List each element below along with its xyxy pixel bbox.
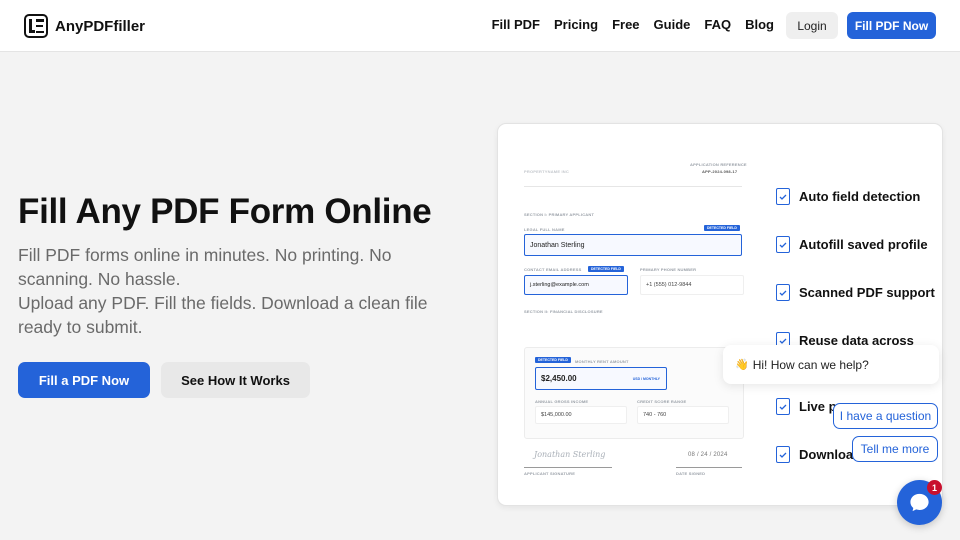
document-check-icon <box>776 398 790 415</box>
document-check-icon <box>776 188 790 205</box>
email-field[interactable]: j.sterling@example.com <box>524 275 628 295</box>
nav-link-faq[interactable]: FAQ <box>704 17 731 32</box>
feature-item: Scanned PDF support <box>776 284 935 301</box>
nav-link-blog[interactable]: Blog <box>745 17 774 32</box>
feature-item: Live p <box>776 398 837 415</box>
date-signed-label: DATE SIGNED <box>676 471 706 476</box>
rent-unit: USD / MONTHLY <box>632 376 660 381</box>
doc-ref-label: APPLICATION REFERENCE <box>690 162 747 167</box>
detected-field-badge: DETECTED FIELD <box>704 225 740 231</box>
section-primary-applicant: SECTION I: PRIMARY APPLICANT <box>524 212 595 217</box>
credit-field[interactable]: 740 - 760 <box>637 406 729 424</box>
nav-link-pricing[interactable]: Pricing <box>554 17 598 32</box>
login-button[interactable]: Login <box>786 12 838 39</box>
fill-a-pdf-now-button[interactable]: Fill a PDF Now <box>18 362 150 398</box>
feature-label: Scanned PDF support <box>799 285 935 300</box>
hero-subtitle: Fill PDF forms online in minutes. No pri… <box>18 243 458 339</box>
hero-subtitle-line: ready to submit. <box>18 317 143 337</box>
feature-item: Download <box>776 446 861 463</box>
signature-text: Jonathan Sterling <box>534 450 606 459</box>
rent-value: $2,450.00 <box>541 374 577 383</box>
legal-name-label: LEGAL FULL NAME <box>524 227 565 232</box>
brand-logo[interactable]: AnyPDFfiller <box>24 14 145 38</box>
chat-greeting-text: Hi! How can we help? <box>752 357 869 372</box>
chat-icon <box>910 493 929 512</box>
brand-name: AnyPDFfiller <box>55 17 146 35</box>
detected-field-badge: DETECTED FIELD <box>535 357 571 363</box>
date-signed-value: 08 / 24 / 2024 <box>688 452 728 458</box>
legal-name-field[interactable]: Jonathan Sterling <box>524 234 742 256</box>
feature-label: Auto field detection <box>799 189 921 204</box>
phone-label: PRIMARY PHONE NUMBER <box>640 267 697 272</box>
chat-greeting-bubble[interactable]: 👋 Hi! How can we help? <box>723 345 939 384</box>
main-nav: Fill PDF Pricing Free Guide FAQ Blog <box>492 17 774 32</box>
site-header: AnyPDFfiller Fill PDF Pricing Free Guide… <box>0 0 960 52</box>
signature-line <box>524 467 612 468</box>
email-label: CONTACT EMAIL ADDRESS <box>524 267 582 272</box>
chat-option-question-button[interactable]: I have a question <box>833 403 938 429</box>
nav-link-fill-pdf[interactable]: Fill PDF <box>492 17 540 32</box>
section-financial-disclosure: SECTION II: FINANCIAL DISCLOSURE <box>524 309 603 314</box>
rent-label: MONTHLY RENT AMOUNT <box>575 359 629 364</box>
doc-divider <box>524 186 742 187</box>
wave-icon: 👋 <box>735 359 749 371</box>
feature-label: Autofill saved profile <box>799 237 928 252</box>
detected-field-badge: DETECTED FIELD <box>588 266 624 272</box>
income-label: ANNUAL GROSS INCOME <box>535 399 589 404</box>
doc-company-name: PROPERTYNAME INC <box>524 169 569 174</box>
credit-label: CREDIT SCORE RANGE <box>637 399 687 404</box>
hero-subtitle-line: Fill PDF forms online in minutes. No pri… <box>18 245 392 265</box>
nav-link-guide[interactable]: Guide <box>654 17 691 32</box>
unread-count-badge: 1 <box>927 480 942 495</box>
chat-option-tell-me-more-button[interactable]: Tell me more <box>852 436 938 462</box>
fill-pdf-now-button[interactable]: Fill PDF Now <box>847 12 936 39</box>
feature-item: Auto field detection <box>776 188 920 205</box>
rent-field[interactable]: $2,450.00 USD / MONTHLY <box>535 367 667 390</box>
document-check-icon <box>776 284 790 301</box>
signature-label: APPLICANT SIGNATURE <box>524 471 576 476</box>
hero-title: Fill Any PDF Form Online <box>18 192 432 231</box>
nav-link-free[interactable]: Free <box>612 17 639 32</box>
hero-subtitle-line: Upload any PDF. Fill the fields. Downloa… <box>18 293 428 313</box>
income-field[interactable]: $145,000.00 <box>535 406 627 424</box>
doc-ref-value: APP-2024-098-17 <box>702 169 738 174</box>
logo-icon <box>24 14 48 38</box>
feature-item: Autofill saved profile <box>776 236 928 253</box>
feature-label: Live p <box>799 399 837 414</box>
document-preview: PROPERTYNAME INC APPLICATION REFERENCE A… <box>512 149 752 489</box>
document-check-icon <box>776 446 790 463</box>
hero-subtitle-line: scanning. No hassle. <box>18 269 181 289</box>
phone-field[interactable]: +1 (555) 012-9844 <box>640 275 744 295</box>
see-how-it-works-button[interactable]: See How It Works <box>161 362 310 398</box>
date-line <box>676 467 742 468</box>
financial-section-box: DETECTED FIELD MONTHLY RENT AMOUNT $2,45… <box>524 347 744 439</box>
document-check-icon <box>776 236 790 253</box>
